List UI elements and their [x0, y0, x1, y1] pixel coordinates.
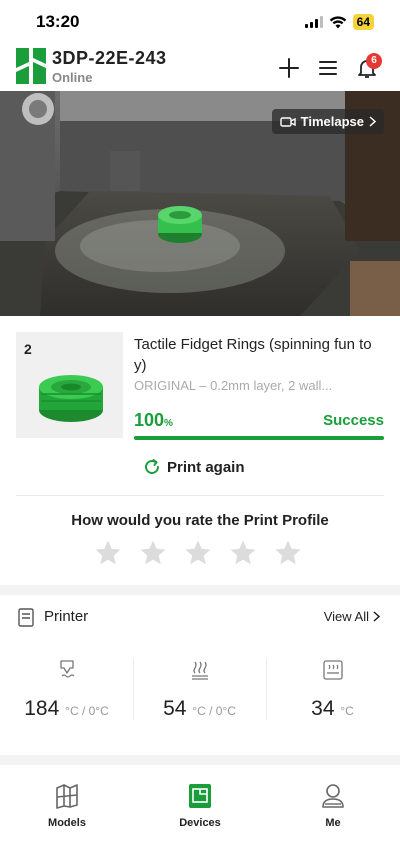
battery-indicator: 64: [352, 14, 374, 30]
add-icon[interactable]: [277, 56, 301, 80]
printer-section-header: Printer View All: [0, 598, 400, 638]
print-again-label: Print again: [167, 458, 245, 476]
star-icon[interactable]: [93, 538, 123, 568]
divider: [16, 495, 384, 496]
model-preview-image: [39, 375, 103, 422]
progress-unit: %: [164, 418, 173, 429]
bed-temperature[interactable]: 54 °C / 0°C: [133, 655, 266, 735]
nozzle-temp-unit: °C / 0°C: [65, 704, 109, 718]
chamber-temp-reading: 34 °C: [266, 697, 399, 721]
chevron-right-icon: [373, 611, 380, 622]
section-separator: [0, 755, 400, 765]
model-thumbnail[interactable]: 2: [16, 332, 123, 438]
status-bar: 13:20 64: [0, 0, 400, 44]
star-rating: [93, 538, 303, 568]
models-icon: [56, 784, 78, 809]
plate-number: 2: [24, 341, 32, 357]
view-all-label: View All: [323, 609, 369, 624]
printer-label: Printer: [44, 608, 89, 625]
progress-value: 100: [134, 410, 165, 430]
bottom-navigation: Models Devices Me: [0, 770, 400, 865]
progress-bar-fill: [134, 436, 384, 440]
status-indicators: 64: [304, 14, 374, 30]
nozzle-icon: [59, 660, 74, 678]
star-icon[interactable]: [228, 538, 258, 568]
bed-temp-reading: 54 °C / 0°C: [133, 697, 266, 721]
nav-label-me: Me: [325, 817, 341, 829]
chevron-right-icon: [369, 116, 376, 127]
bambu-logo-icon: [16, 48, 46, 84]
video-camera-icon: [279, 116, 296, 127]
device-header: 3DP-22E-243 Online: [0, 44, 400, 90]
temperature-panel: 184 °C / 0°C 54 °C / 0°C 34 °C: [0, 655, 400, 735]
nav-item-models[interactable]: Models: [17, 782, 117, 829]
timelapse-label: Timelapse: [300, 114, 364, 129]
job-status: Success: [323, 412, 384, 429]
nav-label-devices: Devices: [179, 817, 221, 829]
print-again-button[interactable]: Print again: [143, 458, 245, 476]
job-title: Tactile Fidget Rings (spinning fun toy): [134, 336, 372, 374]
nav-label-models: Models: [48, 817, 86, 829]
nozzle-temp-reading: 184 °C / 0°C: [0, 697, 133, 721]
camera-feed[interactable]: Timelapse: [0, 91, 400, 316]
bed-temp-unit: °C / 0°C: [192, 704, 236, 718]
heatbed-icon: [191, 661, 208, 680]
star-icon[interactable]: [273, 538, 303, 568]
nav-item-me[interactable]: Me: [283, 782, 383, 829]
wifi-icon: [329, 15, 346, 28]
profile-icon: [322, 784, 344, 808]
chamber-temp-unit: °C: [340, 704, 354, 718]
status-time: 13:20: [36, 12, 80, 31]
device-name[interactable]: 3DP-22E-243: [52, 48, 167, 69]
refresh-icon: [145, 459, 159, 474]
document-icon: [18, 608, 34, 627]
nozzle-temp-value: 184: [24, 697, 60, 720]
progress-percent: 100%: [134, 410, 173, 431]
chamber-icon: [322, 660, 343, 680]
section-separator: [0, 585, 400, 595]
print-job-card: 2 Tactile Fidget Rings (spinning fun toy…: [16, 332, 384, 442]
timelapse-button[interactable]: Timelapse: [271, 109, 384, 134]
nozzle-temperature[interactable]: 184 °C / 0°C: [0, 655, 133, 735]
notification-badge: 6: [366, 53, 382, 69]
chamber-temp-value: 34: [311, 697, 335, 720]
star-icon[interactable]: [138, 538, 168, 568]
device-status: Online: [52, 70, 93, 85]
progress-bar: [134, 436, 384, 440]
nav-item-devices[interactable]: Devices: [150, 782, 250, 829]
menu-icon[interactable]: [316, 56, 340, 80]
bed-temp-value: 54: [163, 697, 187, 720]
cellular-signal-icon: [304, 16, 323, 28]
devices-icon: [189, 784, 211, 808]
rating-title: How would you rate the Print Profile: [71, 512, 329, 529]
chamber-temperature[interactable]: 34 °C: [266, 655, 399, 735]
view-all-link[interactable]: View All: [324, 609, 380, 624]
job-profile: ORIGINAL – 0.2mm layer, 2 wall...: [134, 378, 333, 393]
star-icon[interactable]: [183, 538, 213, 568]
